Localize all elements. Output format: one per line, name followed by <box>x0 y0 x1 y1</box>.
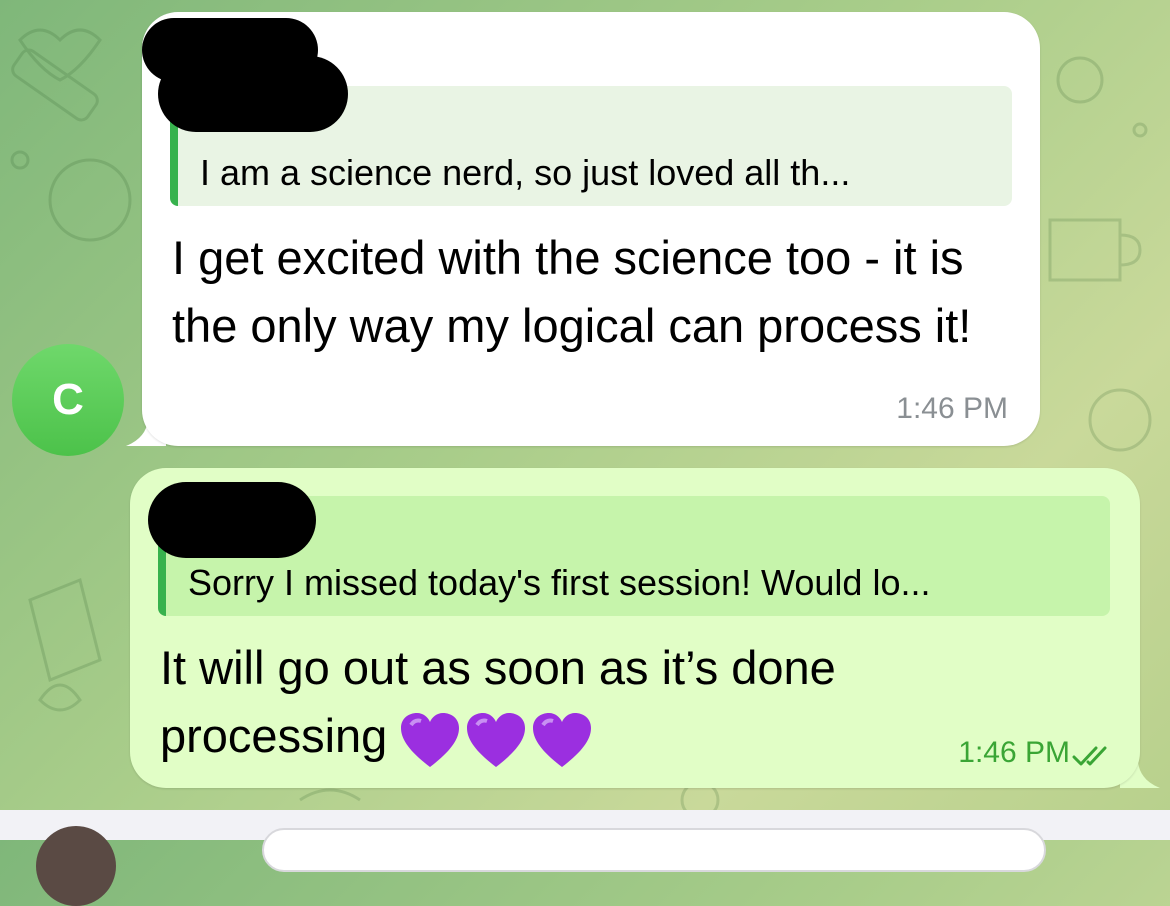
avatar-initial: C <box>52 375 84 424</box>
purple-heart-icon <box>467 712 526 767</box>
incoming-message[interactable]: I am a science nerd, so just loved all t… <box>142 12 1040 446</box>
sender-avatar[interactable]: C <box>12 344 124 456</box>
user-avatar[interactable] <box>36 826 116 906</box>
outgoing-message[interactable]: Sorry I missed today's first session! Wo… <box>130 468 1140 788</box>
redacted-quote-author <box>158 56 348 132</box>
message-input[interactable] <box>262 828 1046 872</box>
message-text: It will go out as soon as it’s done proc… <box>160 634 1020 770</box>
redacted-quote-author <box>148 482 316 558</box>
message-time: 1:46 PM <box>958 736 1070 769</box>
double-check-icon <box>1072 746 1107 766</box>
reply-quote-text: I am a science nerd, so just loved all t… <box>200 152 851 193</box>
message-text: I get excited with the science too - it … <box>172 231 972 352</box>
reply-quote-text: Sorry I missed today's first session! Wo… <box>188 562 931 603</box>
heart-emojis <box>399 711 593 769</box>
purple-heart-icon <box>533 712 592 767</box>
message-time: 1:46 PM <box>896 392 1008 425</box>
purple-heart-icon <box>401 712 460 767</box>
